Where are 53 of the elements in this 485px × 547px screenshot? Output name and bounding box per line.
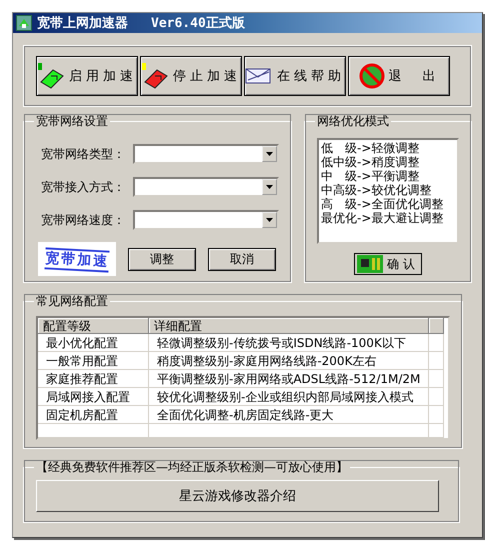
dropdown-arrow-icon [266, 218, 273, 222]
group-title: 网络优化模式 [316, 113, 390, 130]
dropdown-field[interactable] [133, 144, 279, 164]
envelope-icon [245, 66, 273, 86]
circuit-board-icon [357, 255, 383, 273]
list-item[interactable]: 中高级->较优化调整 [321, 183, 455, 197]
list-item[interactable]: 低 级->轻微调整 [321, 141, 455, 155]
window-title: 宽带上网加速器 [37, 14, 128, 32]
toolbar-button[interactable]: 在线帮助 [244, 56, 346, 96]
stop-block-icon [141, 62, 169, 90]
start-block-icon [37, 62, 65, 90]
toolbar-button[interactable]: 启用加速 [36, 56, 138, 96]
dialog-button[interactable]: 取消 [208, 248, 276, 270]
table-cell: 全面优化调整-机房固定线路-更大 [149, 406, 429, 424]
group-title: 宽带网络设置 [35, 113, 109, 130]
list-item[interactable]: 中 级->平衡调整 [321, 169, 455, 183]
table-cell: 稍度调整级别-家庭用网络线路-200K左右 [149, 352, 429, 370]
confirm-button[interactable]: 确 认 [354, 253, 422, 275]
table-cell: 一般常用配置 [38, 352, 149, 370]
toolbar-button[interactable]: 退 出 [348, 56, 450, 96]
toolbar-button[interactable]: 停止加速 [140, 56, 242, 96]
table-cell: 较优化调整级别-企业或组织内部局域网接入模式 [149, 388, 429, 406]
version-label: Ver6.40正式版 [151, 15, 245, 32]
group-title: 常见网络配置 [35, 293, 109, 310]
no-sign-icon [358, 63, 384, 89]
column-header[interactable]: 详细配置 [149, 318, 429, 334]
field-label: 宽带接入方式： [41, 178, 126, 196]
dropdown-field[interactable] [133, 210, 279, 230]
table-cell [429, 352, 444, 370]
field-label: 宽带网络类型： [41, 146, 126, 162]
table-cell [429, 370, 444, 388]
table-cell: 最小优化配置 [38, 334, 149, 352]
dropdown-arrow-icon [266, 185, 273, 189]
list-item[interactable]: 最优化->最大避让调整 [321, 211, 455, 225]
table-cell: 家庭推荐配置 [38, 370, 149, 388]
dialog-button[interactable]: 调整 [128, 248, 196, 270]
list-item[interactable]: 高 级->全面优化调整 [321, 197, 455, 211]
field-label: 宽带网络速度： [41, 212, 126, 228]
table-cell [429, 334, 444, 352]
table-cell: 固定机房配置 [38, 406, 149, 424]
list-item[interactable]: 低中级->稍度调整 [321, 155, 455, 169]
table-cell [429, 406, 444, 424]
table-cell: 轻微调整级别-传统拨号或ISDN线路-100K以下 [149, 334, 429, 352]
recommend-button[interactable]: 星云游戏修改器介绍 [36, 480, 439, 512]
table-cell [429, 388, 444, 406]
logo: 宽带加速 [38, 242, 116, 276]
app-icon [16, 15, 32, 31]
group-title: 【经典免费软件推荐区—均经正版杀软检测—可放心使用】 [35, 459, 349, 476]
column-header[interactable]: 配置等级 [38, 318, 149, 334]
table-cell: 局域网接入配置 [38, 388, 149, 406]
dropdown-field[interactable] [133, 177, 279, 197]
table-cell: 平衡调整级别-家用网络或ADSL线路-512/1M/2M [149, 370, 429, 388]
dropdown-arrow-icon [266, 152, 273, 156]
